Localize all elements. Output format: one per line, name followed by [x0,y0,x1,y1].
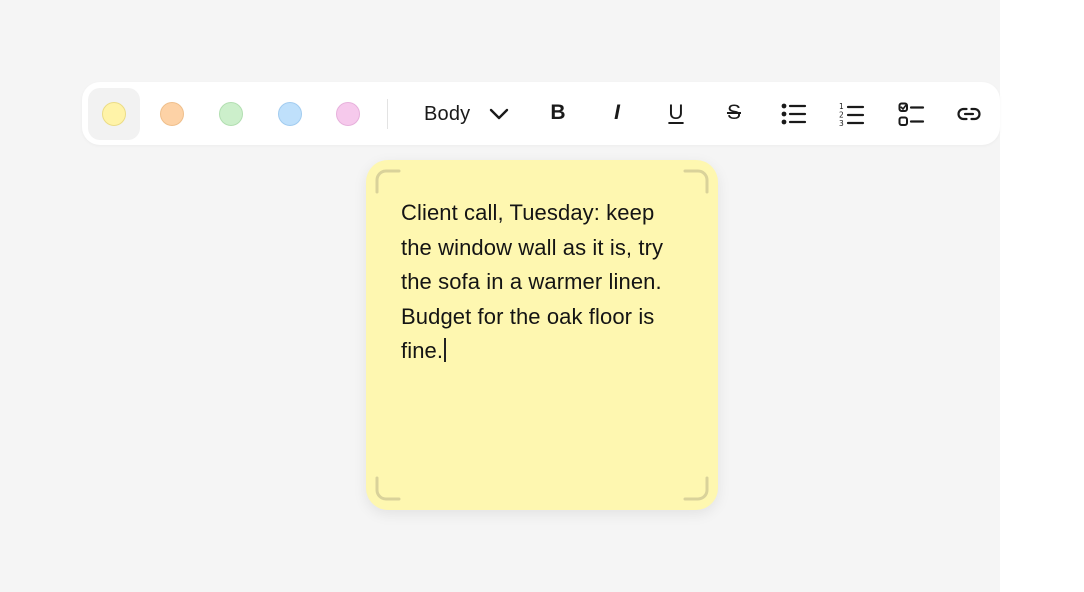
underline-button[interactable]: U [654,92,698,136]
note-toolbar: Body B I U S 1 2 3 [82,82,1000,145]
color-swatch-yellow[interactable] [88,88,140,140]
color-dot-orange [160,102,184,126]
color-swatch-orange[interactable] [146,88,198,140]
strikethrough-icon: S [726,101,741,124]
color-dot-blue [278,102,302,126]
sticky-note[interactable]: Client call, Tuesday: keep the window wa… [366,160,718,510]
italic-icon: I [614,101,620,124]
strikethrough-button[interactable]: S [712,92,756,136]
color-dot-green [219,102,243,126]
underline-icon: U [668,101,684,124]
italic-button[interactable]: I [595,92,639,136]
bold-icon: B [550,101,566,124]
color-dot-pink [336,102,360,126]
chevron-down-icon [489,105,509,128]
text-style-dropdown[interactable]: Body [412,92,524,136]
text-caret [444,338,446,362]
note-text-editor[interactable]: Client call, Tuesday: keep the window wa… [401,196,691,369]
color-swatch-green[interactable] [205,88,257,140]
numbered-list-button[interactable]: 1 2 3 [829,92,873,136]
note-text: Client call, Tuesday: keep the window wa… [401,200,664,363]
bold-button[interactable]: B [536,92,580,136]
checklist-button[interactable] [888,92,932,136]
toolbar-divider [387,99,388,129]
color-swatch-blue[interactable] [264,88,316,140]
svg-text:3: 3 [839,119,844,128]
text-style-label: Body [424,103,471,125]
color-swatch-pink[interactable] [322,88,374,140]
bulleted-list-button[interactable] [771,92,815,136]
color-dot-yellow [102,102,126,126]
link-button[interactable] [946,92,990,136]
canvas: Body B I U S 1 2 3 Client call, Tuesday:… [0,0,1000,592]
